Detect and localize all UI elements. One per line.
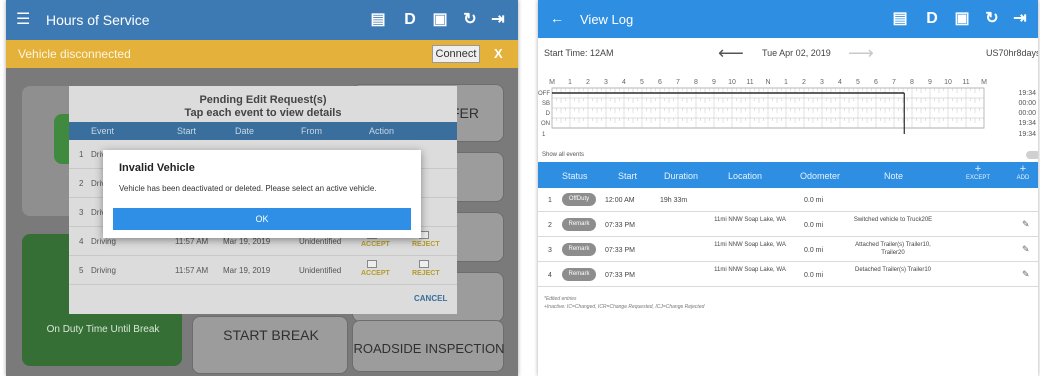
status-badge: OffDuty [562,193,596,206]
except-button[interactable]: + EXCEPT [963,163,993,183]
event-row[interactable]: 4 Remark 07:33 PM 11mi NNW Soap Lake, WA… [538,263,1038,287]
reject-icon [419,260,429,268]
hour-tick-label: 9 [712,79,716,86]
hour-tick-label: 3 [604,79,608,86]
grid-bottom-label: 1 [542,132,546,138]
left-screen: ☰ Hours of Service ▤ D ▣ ↻ ⇥ Vehicle dis… [6,0,518,376]
dialog-message: Vehicle has been deactivated or deleted.… [119,184,377,193]
hour-tick-label: 7 [676,79,680,86]
pending-column-header: Event Start Date From Action [69,122,457,140]
edited-entries-note: *Edited entries [544,296,577,302]
connection-status: Vehicle disconnected [18,47,131,61]
event-row[interactable]: 3 Remark 07:33 PM 11mi NNW Soap Lake, WA… [538,238,1038,262]
hour-tick-label: 3 [820,79,824,86]
hos-log-grid: M 1 2 3 4 5 6 7 8 9 10 11 N 1 2 3 4 5 6 7 8 9 10 11 M OFF 19:34 SB 0… [538,79,1036,138]
hour-tick-label: M [981,79,987,86]
hour-tick-label: 4 [622,79,626,86]
message-icon[interactable]: ▤ [368,10,388,30]
hour-tick-label: 2 [586,79,590,86]
hour-tick-label: 6 [658,79,662,86]
refresh-icon[interactable]: ↻ [460,10,480,30]
hour-tick-label: 9 [928,79,932,86]
duty-status-label: SB [542,101,550,107]
on-duty-label: On Duty Time Until Break [46,324,160,335]
events-table-header: Status Start Duration Location Odometer … [538,162,1038,188]
driver-d-icon[interactable]: D [922,9,942,29]
hour-tick-label: 1 [568,79,572,86]
logout-icon[interactable]: ⇥ [488,10,508,30]
event-row[interactable]: 2 Remark 07:33 PM 11mi NNW Soap Lake, WA… [538,213,1038,237]
hour-tick-label: 11 [962,79,969,86]
hour-tick-label: N [765,79,770,86]
edit-pencil-icon[interactable]: ✎ [1022,244,1030,255]
logout-icon[interactable]: ⇥ [1010,9,1030,29]
accept-button[interactable]: ACCEPT [361,260,390,277]
back-arrow-icon[interactable]: ← [550,10,564,26]
status-badge: Remark [562,268,596,281]
invalid-vehicle-dialog: Invalid Vehicle Vehicle has been deactiv… [103,150,421,238]
edit-pencil-icon[interactable]: ✎ [1022,269,1030,280]
duty-status-total: 19:34 [1018,120,1036,127]
message-icon[interactable]: ▤ [890,9,910,29]
hour-tick-label: 5 [640,79,644,86]
close-banner-button[interactable]: X [494,46,503,61]
view-log-header: ← View Log ▤ D ▣ ↻ ⇥ [538,0,1038,38]
plus-icon: + [1019,163,1027,175]
event-row[interactable]: 1 OffDuty 12:00 AM 19h 33m 0.0 mi [538,188,1038,212]
hour-tick-label: 1 [784,79,788,86]
plus-icon: + [974,163,982,175]
duty-status-total: 00:00 [1018,100,1036,107]
duty-status-label: OFF [538,91,550,97]
show-all-events-toggle[interactable] [1026,151,1038,159]
dialog-title: Invalid Vehicle [119,162,195,174]
status-badge: Remark [562,218,596,231]
hos-header: ☰ Hours of Service ▤ D ▣ ↻ ⇥ [6,0,518,40]
refresh-icon[interactable]: ↻ [982,9,1002,29]
reject-button[interactable]: REJECT [412,260,440,277]
hour-tick-label: 5 [856,79,860,86]
hamburger-menu-icon[interactable]: ☰ [16,12,30,28]
hour-tick-label: 2 [802,79,806,86]
hour-tick-label: 11 [746,79,753,86]
add-button[interactable]: + ADD [1008,163,1038,183]
show-all-events-label: Show all events [542,152,585,158]
accept-icon [367,260,377,268]
duty-status-label: ON [541,121,550,127]
hour-tick-label: 4 [838,79,842,86]
pending-row[interactable]: 5 Driving 11:57 AM Mar 19, 2019 Unidenti… [69,256,457,285]
roadside-inspection-button[interactable]: ROADSIDE INSPECTION [352,320,504,372]
hour-tick-label: 6 [874,79,878,86]
page-title: View Log [580,12,634,27]
date-navigation: Start Time: 12AM ⟵ Tue Apr 02, 2019 ⟶ US… [538,42,1038,66]
start-break-button[interactable]: START BREAK [192,316,348,374]
page-title: Hours of Service [46,12,150,28]
hour-tick-label: 10 [944,79,952,86]
driver-d-icon[interactable]: D [400,10,420,30]
total-hours: 19:34 [1018,131,1036,138]
duty-status-total: 19:34 [1018,90,1036,97]
duty-status-total: 00:00 [1018,110,1036,117]
hour-tick-label: 8 [694,79,698,86]
status-badge: Remark [562,243,596,256]
duty-status-label: D [546,111,551,117]
log-date: Tue Apr 02, 2019 [762,48,831,58]
previous-day-arrow-icon[interactable]: ⟵ [718,43,744,64]
connect-button[interactable]: Connect [432,45,480,63]
hour-tick-label: 8 [910,79,914,86]
hour-tick-label: 7 [892,79,896,86]
cancel-button[interactable]: CANCEL [414,294,447,303]
monitor-icon[interactable]: ▣ [430,10,450,30]
connection-banner: Vehicle disconnected Connect X [6,40,518,68]
inactive-legend-note: +Inactive: IC=Changed, ICR=Change Reques… [544,304,705,310]
cycle-rule: US70hr8days [986,48,1038,58]
hour-tick-label: 10 [728,79,736,86]
next-day-arrow-icon[interactable]: ⟶ [848,43,874,64]
hour-tick-label: M [549,79,555,86]
edit-pencil-icon[interactable]: ✎ [1022,219,1030,230]
monitor-icon[interactable]: ▣ [952,9,972,29]
pending-title: Pending Edit Request(s) Tap each event t… [184,94,342,119]
ok-button[interactable]: OK [113,208,411,230]
right-screen: ← View Log ▤ D ▣ ↻ ⇥ Start Time: 12AM ⟵ … [538,0,1038,376]
start-time-label: Start Time: 12AM [544,48,614,58]
